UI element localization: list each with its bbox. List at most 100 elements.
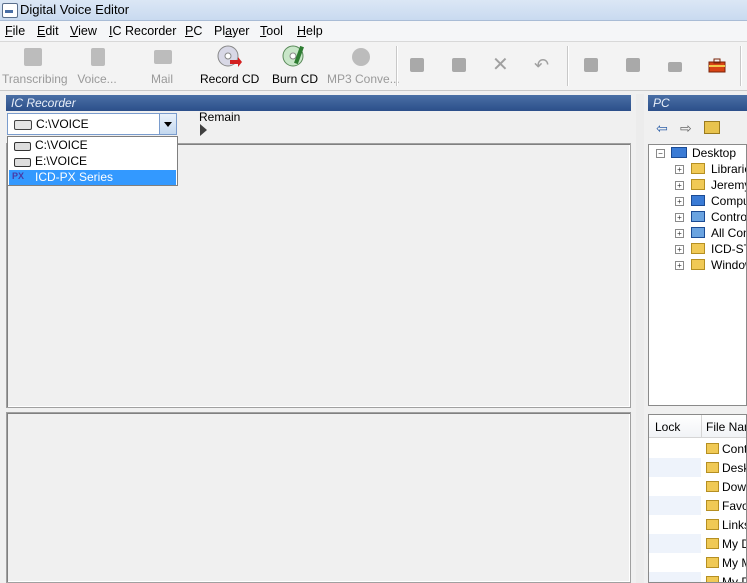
mp3-convert-button[interactable]: MP3 Conve... bbox=[327, 44, 400, 86]
expand-icon[interactable]: + bbox=[675, 181, 684, 190]
forward-arrow-icon[interactable]: ⇨ bbox=[680, 120, 692, 137]
folder-icon bbox=[706, 500, 719, 511]
tree-node-icd-st[interactable]: + ICD-ST bbox=[649, 241, 747, 257]
expand-icon[interactable]: + bbox=[675, 245, 684, 254]
folder-up-icon[interactable] bbox=[704, 121, 720, 134]
pc-file-list[interactable]: Lock File Name Contacts Desktop Download… bbox=[648, 414, 747, 583]
tree-node-desktop[interactable]: − Desktop bbox=[649, 145, 746, 161]
expand-icon[interactable]: + bbox=[675, 229, 684, 238]
column-header-file-name[interactable]: File Name bbox=[702, 415, 746, 438]
expand-icon[interactable]: + bbox=[675, 261, 684, 270]
voice-button[interactable]: Voice... bbox=[76, 44, 118, 86]
control-panel-icon bbox=[691, 227, 705, 238]
drive-icon bbox=[14, 120, 32, 130]
lock-cell bbox=[649, 477, 701, 496]
record-cd-button[interactable]: Record CD bbox=[200, 44, 260, 86]
tree-node-label: All Control Panel Items bbox=[711, 226, 746, 240]
folder-icon bbox=[706, 538, 719, 549]
transfer-icon[interactable] bbox=[582, 56, 600, 74]
undo-icon[interactable]: ↶ bbox=[534, 56, 552, 74]
pc-title: PC bbox=[653, 96, 670, 110]
drive-option-icd-px[interactable]: PX ICD-PX Series bbox=[9, 170, 176, 185]
file-row[interactable]: Links bbox=[649, 515, 746, 534]
file-row[interactable]: Downloads bbox=[649, 477, 747, 496]
folder-icon bbox=[691, 243, 705, 254]
menu-pc[interactable]: PC bbox=[185, 24, 202, 38]
file-row[interactable]: Desktop bbox=[649, 458, 746, 477]
tree-node-control-panel[interactable]: + Control Panel bbox=[649, 209, 747, 225]
file-row[interactable]: My Music bbox=[649, 553, 746, 572]
expand-icon[interactable]: + bbox=[675, 197, 684, 206]
drive-option-label: ICD-PX Series bbox=[35, 170, 114, 184]
copy-icon[interactable] bbox=[408, 56, 426, 74]
menu-bar: File Edit View IC Recorder PC Player Too… bbox=[0, 21, 747, 42]
drive-select[interactable]: C:\VOICE bbox=[7, 113, 177, 135]
record-cd-label: Record CD bbox=[200, 72, 260, 86]
delete-icon[interactable]: ✕ bbox=[492, 55, 510, 75]
menu-file[interactable]: File bbox=[5, 24, 25, 38]
play-triangle-icon[interactable] bbox=[200, 124, 207, 136]
tree-node-label: Desktop bbox=[692, 146, 737, 160]
tree-node-computer[interactable]: + Computer bbox=[649, 193, 746, 209]
burn-cd-icon bbox=[281, 44, 307, 70]
folder-icon bbox=[706, 519, 719, 530]
tree-node-all-control-panel[interactable]: + All Control Panel Items bbox=[649, 225, 746, 241]
tree-node-label: Control Panel bbox=[711, 210, 747, 224]
collapse-icon[interactable]: − bbox=[656, 149, 665, 158]
menu-tool[interactable]: Tool bbox=[260, 24, 283, 38]
printer-icon[interactable] bbox=[666, 56, 684, 74]
libraries-icon bbox=[691, 163, 705, 174]
expand-icon[interactable]: + bbox=[675, 165, 684, 174]
burn-cd-button[interactable]: Burn CD bbox=[272, 44, 318, 86]
mail-button[interactable]: Mail bbox=[147, 44, 177, 86]
file-name: Desktop bbox=[722, 461, 746, 475]
pc-header: PC bbox=[648, 95, 747, 111]
column-header-label: File Name bbox=[706, 420, 746, 434]
menu-player[interactable]: Player bbox=[214, 24, 249, 38]
ic-recorder-file-pane[interactable] bbox=[6, 412, 631, 583]
file-row[interactable]: Favorites bbox=[649, 496, 747, 515]
pc-folder-tree[interactable]: − Desktop + Libraries + Jeremy + Compute… bbox=[648, 144, 747, 406]
menu-ic-recorder[interactable]: IC Recorder bbox=[109, 24, 176, 38]
file-name: My Pictures bbox=[722, 575, 746, 583]
document-icon[interactable] bbox=[624, 56, 642, 74]
file-name: My Music bbox=[722, 556, 746, 570]
file-name: Downloads bbox=[722, 480, 747, 494]
user-folder-icon bbox=[691, 179, 705, 190]
toolbox-icon[interactable] bbox=[708, 56, 726, 74]
vertical-splitter[interactable] bbox=[636, 94, 644, 583]
folder-icon bbox=[706, 576, 719, 582]
tree-node-windows[interactable]: + Windows bbox=[649, 257, 746, 273]
tree-node-jeremy[interactable]: + Jeremy bbox=[649, 177, 746, 193]
file-row[interactable]: My Documents bbox=[649, 534, 746, 553]
px-device-icon: PX bbox=[12, 171, 25, 181]
transcribing-button[interactable]: Transcribing bbox=[2, 44, 68, 86]
menu-edit[interactable]: Edit bbox=[37, 24, 59, 38]
tree-node-label: Computer bbox=[711, 194, 746, 208]
mail-icon bbox=[149, 44, 175, 70]
file-name: Favorites bbox=[722, 499, 747, 513]
chevron-down-icon[interactable] bbox=[159, 114, 176, 134]
drive-option-e[interactable]: E:\VOICE bbox=[9, 154, 176, 169]
paste-icon[interactable] bbox=[450, 56, 468, 74]
voice-icon bbox=[84, 44, 110, 70]
menu-help[interactable]: Help bbox=[297, 24, 323, 38]
back-arrow-icon[interactable]: ⇦ bbox=[656, 120, 668, 137]
tree-node-label: ICD-ST bbox=[711, 242, 747, 256]
file-row[interactable]: Contacts bbox=[649, 439, 747, 458]
toolbar-separator bbox=[396, 46, 398, 86]
drive-option-c[interactable]: C:\VOICE bbox=[9, 138, 176, 153]
expand-icon[interactable]: + bbox=[675, 213, 684, 222]
menu-view[interactable]: View bbox=[70, 24, 97, 38]
tree-node-label: Libraries bbox=[711, 162, 746, 176]
file-name: Links bbox=[722, 518, 746, 532]
file-row[interactable]: My Pictures bbox=[649, 572, 746, 583]
file-name: Contacts bbox=[722, 442, 747, 456]
mp3-convert-label: MP3 Conve... bbox=[327, 72, 400, 86]
toolbar-separator bbox=[740, 46, 742, 86]
drive-icon bbox=[14, 142, 31, 151]
tree-node-libraries[interactable]: + Libraries bbox=[649, 161, 746, 177]
column-header-lock[interactable]: Lock bbox=[649, 415, 702, 438]
column-header-label: Lock bbox=[655, 420, 681, 434]
lock-cell bbox=[649, 572, 701, 582]
